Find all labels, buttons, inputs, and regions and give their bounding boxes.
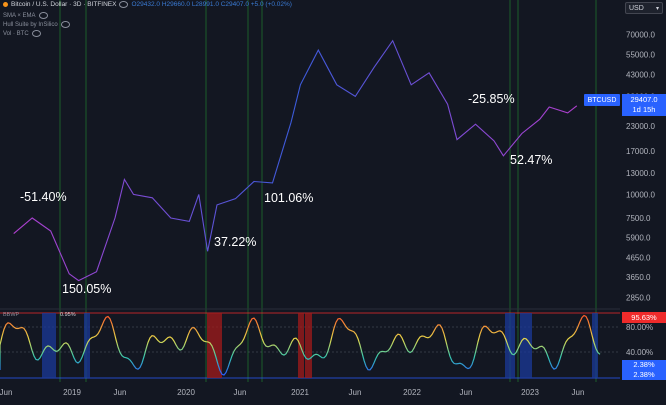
eye-icon[interactable] <box>38 12 48 19</box>
indicator-label: SMA × EMA <box>3 12 36 19</box>
time-tick: Jun <box>234 388 247 397</box>
bbwp-level-tick: 40.00% <box>626 348 653 357</box>
time-tick: 2021 <box>291 388 309 397</box>
price-tick: 17000.0 <box>626 147 655 156</box>
time-tick: Jun <box>349 388 362 397</box>
percent-annotation: -51.40% <box>20 190 67 204</box>
bbwp-low-tag: 2.38% 2.38% <box>622 360 666 380</box>
currency-value: USD <box>629 4 644 12</box>
price-tick: 5900.0 <box>626 234 651 243</box>
time-tick: Jun <box>572 388 585 397</box>
bbwp-highlight <box>305 313 312 378</box>
bbwp-label: BBWP <box>3 312 20 318</box>
price-tick: 10000.0 <box>626 190 655 199</box>
indicator-row-2[interactable]: Vol · BTC <box>3 30 41 37</box>
price-tick: 7500.0 <box>626 214 651 223</box>
time-tick: Jun <box>460 388 473 397</box>
percent-annotation: 150.05% <box>62 282 111 296</box>
bitcoin-icon <box>3 2 8 7</box>
currency-select[interactable]: USD ▾ <box>625 2 663 14</box>
chart-title-row: Bitcoin / U.S. Dollar · 3D · BITFINEX O2… <box>3 1 292 8</box>
price-tick: 43000.0 <box>626 71 655 80</box>
price-tick: 70000.0 <box>626 31 655 40</box>
price-tick: 23000.0 <box>626 122 655 131</box>
eye-icon[interactable] <box>119 1 129 8</box>
bbwp-panel: 80.00% 40.00% <box>0 308 653 379</box>
price-tick: 13000.0 <box>626 169 655 178</box>
indicator-label: Vol · BTC <box>3 30 29 37</box>
bbwp-level-tick: 80.00% <box>626 323 653 332</box>
percent-annotation: -25.85% <box>468 92 515 106</box>
eye-icon[interactable] <box>60 21 70 28</box>
indicator-row-0[interactable]: SMA × EMA <box>3 12 48 19</box>
last-price-tag: 29407.0 1d 15h <box>622 94 666 116</box>
time-tick: Jun <box>0 388 12 397</box>
bbwp-value: 0.95% <box>60 312 76 318</box>
bbwp-high-tag: 95.63% <box>622 312 666 323</box>
bar-countdown: 1d 15h <box>632 105 656 114</box>
percent-annotation: 52.47% <box>510 153 552 167</box>
time-tick: 2022 <box>403 388 421 397</box>
price-axis: 70000.055000.043000.033000.023000.017000… <box>626 31 655 303</box>
indicator-row-1[interactable]: Hull Suite by InSilico <box>3 21 70 28</box>
price-tick: 55000.0 <box>626 50 655 59</box>
annotations: -51.40% 150.05% 37.22% 101.06% -25.85% 52.47% <box>20 92 552 296</box>
price-line <box>13 39 578 282</box>
bbwp-low-value: 2.38% <box>633 370 655 379</box>
cycle-lines <box>59 0 597 382</box>
price-tick: 3650.0 <box>626 273 651 282</box>
ohlc-values: O29432.0 H29660.0 L28991.0 C29407.0 +5.0… <box>131 1 292 8</box>
percent-annotation: 37.22% <box>214 235 256 249</box>
price-tick: 4650.0 <box>626 253 651 262</box>
bbwp-highlight <box>505 313 515 378</box>
chevron-down-icon: ▾ <box>655 6 659 12</box>
last-price: 29407.0 <box>630 95 658 104</box>
chart-root[interactable]: 70000.055000.043000.033000.023000.017000… <box>0 0 666 400</box>
indicator-label: Hull Suite by InSilico <box>3 21 58 28</box>
time-tick: 2019 <box>63 388 81 397</box>
chart-canvas[interactable]: 70000.055000.043000.033000.023000.017000… <box>0 0 666 400</box>
time-tick: Jun <box>114 388 127 397</box>
symbol-tag: BTCUSD <box>584 94 620 106</box>
price-tick: 2850.0 <box>626 294 651 303</box>
bbwp-highlight <box>298 313 304 378</box>
bbwp-highlight <box>42 313 56 378</box>
chart-title: Bitcoin / U.S. Dollar · 3D · BITFINEX <box>11 1 117 8</box>
percent-annotation: 101.06% <box>264 191 313 205</box>
time-tick: 2023 <box>521 388 539 397</box>
bbwp-highlight <box>520 313 532 378</box>
eye-icon[interactable] <box>31 30 41 37</box>
time-axis: Jun 2019 Jun 2020 Jun 2021 Jun 2022 Jun 2023 Jun <box>0 388 584 397</box>
bbwp-low-value: 2.38% <box>633 360 655 369</box>
time-tick: 2020 <box>177 388 195 397</box>
